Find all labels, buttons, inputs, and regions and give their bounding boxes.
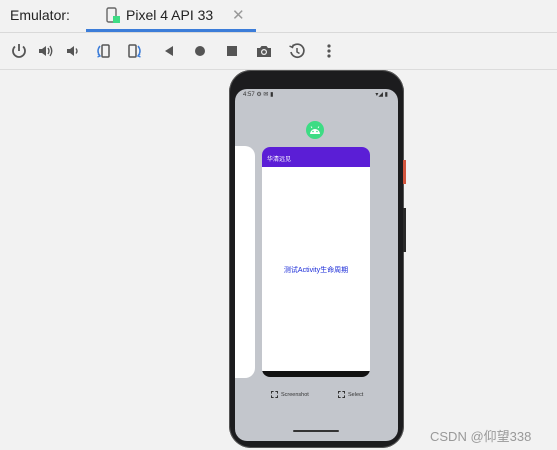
status-bar-right: ▾◢ ▮: [375, 92, 388, 98]
home-icon[interactable]: [189, 40, 211, 62]
rotate-left-icon[interactable]: [92, 40, 114, 62]
tab-title: Pixel 4 API 33: [126, 7, 214, 23]
recent-app-card[interactable]: 华清远见 测试Activity生命周期: [262, 147, 370, 377]
screenshot-icon: [271, 391, 278, 398]
overview-icon[interactable]: [221, 40, 243, 62]
select-icon: [338, 391, 345, 398]
tab-pixel4[interactable]: Pixel 4 API 33 ✕: [86, 0, 256, 32]
snapshot-icon[interactable]: [286, 40, 308, 62]
android-app-icon[interactable]: [306, 121, 324, 139]
activity-text: 测试Activity生命周期: [283, 267, 349, 274]
recent-app-card-left[interactable]: [235, 146, 255, 378]
screenshot-label: Screenshot: [281, 391, 309, 398]
volume-up-icon[interactable]: [35, 40, 57, 62]
gesture-home-pill[interactable]: [293, 430, 339, 432]
screenshot-action[interactable]: Screenshot: [271, 391, 309, 398]
select-label: Select: [348, 391, 364, 398]
card-bottom-bar: [262, 371, 370, 377]
camera-icon[interactable]: [253, 40, 275, 62]
tab-active-indicator: [86, 29, 256, 32]
back-icon[interactable]: [158, 40, 180, 62]
watermark: CSDN @仰望338: [430, 429, 532, 444]
device-icon: [106, 7, 120, 24]
volume-side-button[interactable]: [403, 208, 406, 252]
device-screen[interactable]: 4:57 ⚙ ✉ ▮ ▾◢ ▮ 华清远见 测试Activity生命周期 Scre…: [235, 89, 398, 441]
emulator-toolbar: [0, 33, 557, 70]
rotate-right-icon[interactable]: [124, 40, 146, 62]
volume-down-icon[interactable]: [62, 40, 84, 62]
emulator-label: Emulator:: [10, 7, 70, 23]
power-side-button[interactable]: [403, 160, 406, 184]
more-icon[interactable]: [318, 40, 340, 62]
select-action[interactable]: Select: [338, 391, 363, 398]
close-icon[interactable]: ✕: [232, 6, 245, 24]
tab-bar: Emulator: Pixel 4 API 33 ✕: [0, 0, 557, 33]
app-bar-title: 华清远见: [267, 157, 292, 163]
status-bar-left: 4:57 ⚙ ✉ ▮: [243, 92, 274, 98]
power-icon[interactable]: [8, 40, 30, 62]
